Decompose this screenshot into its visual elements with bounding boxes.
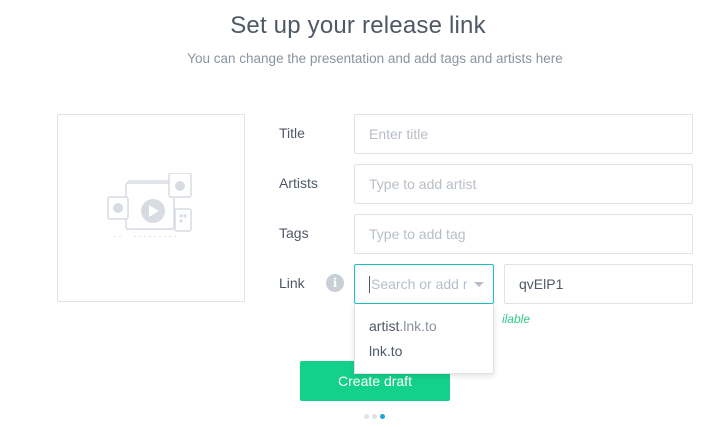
domain-search-placeholder[interactable]: Search or add r [371,265,467,303]
option-main: lnk.to [369,343,403,359]
info-icon[interactable]: i [326,274,344,292]
text-cursor [369,276,370,293]
pager-dots [364,414,388,420]
artwork-upload[interactable] [57,114,245,302]
title-label: Title [279,125,305,141]
option-main: artist [369,318,400,334]
pager-dot[interactable] [364,414,369,419]
media-devices-icon [107,173,192,237]
domain-select[interactable]: Search or add r [354,264,494,304]
pager-dot[interactable] [372,414,377,419]
title-input[interactable] [354,114,693,154]
domain-dropdown: artist.lnk.to lnk.to [354,304,494,374]
page-subtitle: You can change the presentation and add … [187,51,563,66]
chevron-down-icon[interactable] [474,282,484,287]
dropdown-option-lnk[interactable]: lnk.to [355,339,493,364]
release-link-setup: Set up your release link You can change … [0,0,716,427]
tags-label: Tags [279,225,309,241]
link-label: Link [279,275,305,291]
artists-label: Artists [279,175,318,191]
page-title: Set up your release link [230,12,486,39]
dropdown-option-artist-lnk[interactable]: artist.lnk.to [355,314,493,339]
artists-input[interactable] [354,164,693,204]
tags-input[interactable] [354,214,693,254]
pager-dot-active[interactable] [380,414,385,419]
option-suffix: .lnk.to [399,318,437,334]
slug-input[interactable]: qvElP1 [504,264,693,304]
